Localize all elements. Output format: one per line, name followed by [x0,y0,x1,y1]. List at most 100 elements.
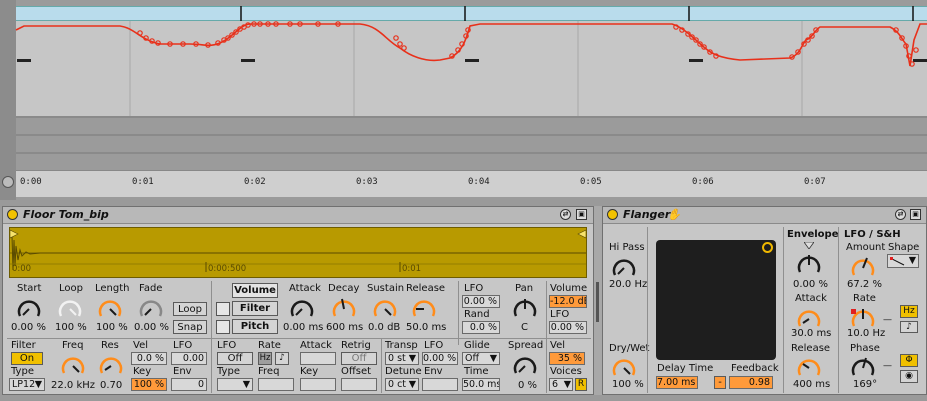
release-knob[interactable] [410,295,438,321]
lfo-amount-value: 67.2 % [847,279,882,290]
lfo-rate-hz-button[interactable]: Hz [900,305,918,318]
drywet-label: Dry/Wet [609,343,650,354]
loop-knob[interactable] [56,295,84,321]
hipass-value: 20.0 Hz [609,279,648,290]
rand-value-box[interactable]: 0.0 % [462,321,500,334]
hot-swap-icon[interactable]: ⇄ [560,209,571,220]
filter-env-value-box[interactable]: 0 [171,378,207,391]
retrigger-r-button[interactable]: R [575,378,587,391]
spread-knob[interactable] [511,352,539,378]
loop-value: 100 % [55,322,87,333]
loop-toggle-button[interactable]: Loop [173,302,207,316]
hot-swap-icon[interactable]: ⇄ [895,209,906,220]
divider [546,339,547,393]
lfo-attack-value-box[interactable] [300,352,336,365]
device-power-icon[interactable] [607,209,618,220]
lfo-rate-hz-button[interactable]: Hz [258,352,272,365]
freq-value: 22.0 kHz [51,380,96,391]
lfo-rate-value: 10.0 Hz [847,328,886,339]
filter-key-label: Key [133,366,152,377]
feedback-polarity-button[interactable]: - [714,376,726,389]
save-preset-icon[interactable]: ▣ [910,209,921,220]
divider [458,281,459,345]
release-label: Release [406,283,446,294]
lfo-phase-mode-button[interactable]: Φ [900,354,918,367]
lfo-phase-value: 169° [853,379,878,390]
sustain-value: 0.0 dB [368,322,401,333]
mode-volume-button[interactable]: Volume [232,283,278,298]
lfo-spin-mode-button[interactable]: ◉ [900,370,918,383]
transp-value-select[interactable]: 0 st ▼ [385,352,419,365]
offset-value-box[interactable] [341,378,377,391]
envelope-amount-knob[interactable] [795,251,823,277]
chevron-down-icon: ▼ [908,255,916,266]
lfo-sh-section-label: LFO / S&H [844,229,901,240]
fade-knob[interactable] [137,295,165,321]
save-preset-icon[interactable]: ▣ [576,209,587,220]
filter-env-checkbox[interactable] [216,302,230,316]
filter-on-toggle[interactable]: On [11,352,43,365]
glide-value: Off [465,353,480,364]
envelope-section-label: Envelope [787,229,839,240]
spread-value: 0 % [518,380,538,391]
lfo-amount-knob[interactable] [849,254,877,280]
hipass-knob[interactable] [610,254,638,280]
transp-lfo-value-box[interactable]: 0.00 % [422,352,458,365]
sustain-knob[interactable] [371,295,399,321]
volume-lfo-value-box[interactable]: 0.00 % [549,321,587,334]
mode-filter-button[interactable]: Filter [232,301,278,316]
divider [546,281,547,345]
voices-select[interactable]: 6 ▼ [549,378,573,391]
time-value-box[interactable]: 50.0 ms [462,378,500,391]
retrig-toggle[interactable]: Off [341,352,377,365]
filter-type-select[interactable]: LP12 ▼ [9,378,45,391]
lfo-phase-knob[interactable] [849,354,877,380]
lfo-on-toggle[interactable]: Off [217,352,253,365]
time-ruler[interactable]: 0:00 0:01 0:02 0:03 0:04 0:05 0:06 0:07 [16,170,927,197]
freq-knob[interactable] [59,352,87,378]
filter-vel-value-box[interactable]: 0.0 % [131,352,167,365]
lfo-key-value-box[interactable] [300,378,336,391]
xy-pad-handle[interactable] [762,242,773,253]
drywet-knob[interactable] [610,354,638,380]
lfo-rate-sync-button[interactable]: ♪ [900,321,918,333]
glide-select[interactable]: Off ▼ [462,352,500,365]
voice-vel-value-box[interactable]: 35 % [549,352,585,365]
res-knob[interactable] [97,352,125,378]
lfo-shape-select[interactable]: ▼ [887,254,919,268]
device-resize-handle[interactable] [596,282,599,322]
lfo-shape-label: Shape [888,242,920,253]
snap-toggle-button[interactable]: Snap [173,320,207,334]
ruler-zoom-icon[interactable] [2,176,14,188]
feedback-label: Feedback [731,363,779,374]
feedback-value-box[interactable]: 0.98 [729,376,773,389]
chevron-down-icon: ▼ [34,379,42,390]
pan-knob[interactable] [511,295,539,321]
detune-label: Detune [385,366,422,377]
detune-value-select[interactable]: 0 ct ▼ [385,378,419,391]
volume-value-box[interactable]: -12.0 dB [549,295,587,308]
sample-waveform-display[interactable]: 0:00 0:00:500 0:01 [9,227,587,278]
filter-key-value-box[interactable]: 100 % [131,378,167,391]
device-power-icon[interactable] [7,209,18,220]
attack-knob[interactable] [288,295,316,321]
delay-time-value-box[interactable]: 7.00 ms [656,376,698,389]
loop-label: Loop [59,283,83,294]
delay-feedback-xy-pad[interactable] [656,240,776,360]
lfo-rate-sync-button[interactable]: ♪ [275,352,289,365]
lfo-freq-value-box[interactable] [258,378,294,391]
amp-lfo-value-box[interactable]: 0.00 % [462,295,500,308]
length-knob[interactable] [96,295,124,321]
lfo-type-select[interactable]: ▼ [217,378,253,391]
pitch-env-checkbox[interactable] [216,320,230,334]
hand-cursor-icon: ✋ [667,208,681,221]
divider [211,281,212,345]
filter-lfo-value-box[interactable]: 0.00 [171,352,207,365]
mode-pitch-button[interactable]: Pitch [232,319,278,334]
decay-knob[interactable] [330,295,358,321]
lfo-freq-label: Freq [258,366,280,377]
transp-env-value-box[interactable] [422,378,458,391]
env-release-knob[interactable] [795,354,823,380]
start-knob[interactable] [15,295,43,321]
filter-type-value: LP12 [12,379,36,390]
